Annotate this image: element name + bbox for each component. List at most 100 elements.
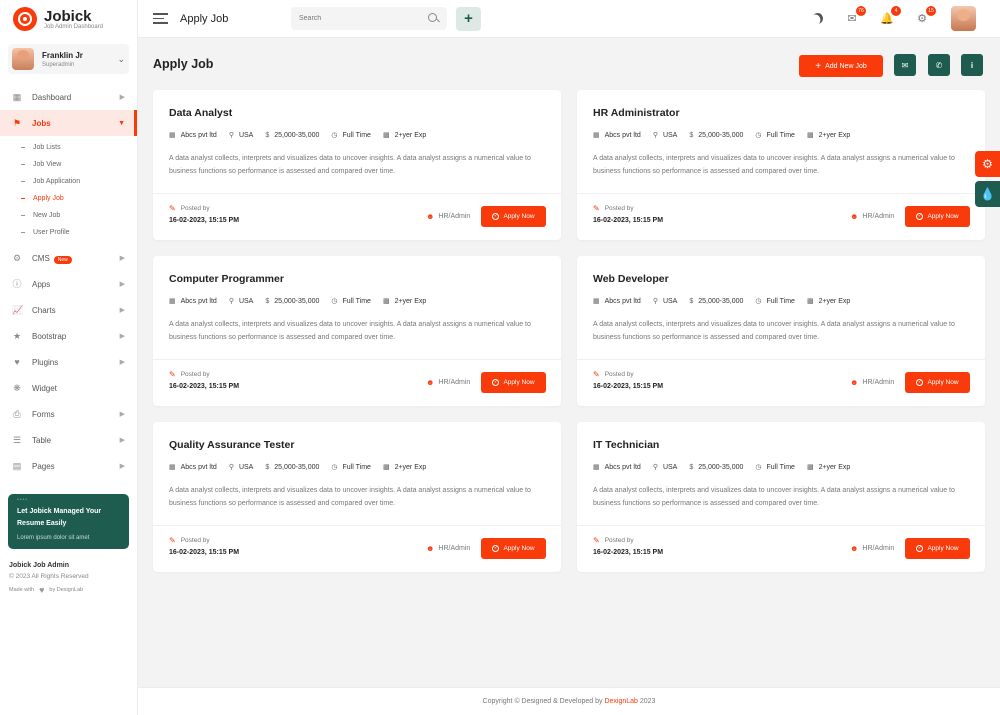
apply-now-button[interactable]: ✓ Apply Now bbox=[481, 372, 546, 393]
posted-info: ✎ Posted by 16-02-2023, 15:15 PM bbox=[593, 204, 663, 224]
add-new-job-button[interactable]: + Add New Job bbox=[799, 55, 883, 77]
sidebar-item-plugins[interactable]: ♥ Plugins ▶ bbox=[0, 349, 137, 375]
messages-button[interactable]: ✉ 76 bbox=[845, 5, 866, 26]
job-salary: 25,000-35,000 bbox=[698, 297, 744, 305]
search-input[interactable] bbox=[299, 15, 428, 22]
sub-item-job-lists[interactable]: Job Lists bbox=[0, 139, 137, 156]
sidebar-item-label: Plugins bbox=[32, 357, 59, 367]
sidebar-item-forms[interactable]: ⎙ Forms ▶ bbox=[0, 401, 137, 427]
header-title: Apply Job bbox=[180, 12, 229, 25]
dots-pattern-icon: •••• bbox=[17, 497, 29, 503]
clock-icon: ◷ bbox=[331, 132, 338, 139]
location-pin-icon: ⚲ bbox=[652, 298, 658, 305]
droplet-icon: 💧 bbox=[980, 187, 995, 201]
sub-item-job-application[interactable]: Job Application bbox=[0, 173, 137, 190]
theme-settings-button[interactable]: ⚙ bbox=[975, 151, 1000, 177]
dollar-icon: $ bbox=[265, 131, 270, 139]
poster-name: HR/Admin bbox=[438, 545, 471, 552]
job-location: USA bbox=[662, 131, 678, 139]
job-title[interactable]: HR Administrator bbox=[593, 107, 680, 119]
footer-brand-link[interactable]: DexignLab bbox=[604, 698, 637, 705]
notifications-button[interactable]: 🔔 4 bbox=[880, 5, 901, 26]
gear-icon: ⚙ bbox=[982, 157, 993, 171]
grid-icon: ▦ bbox=[12, 92, 22, 102]
sidebar-item-jobs[interactable]: ⚑ Jobs ▼ bbox=[0, 110, 137, 136]
poster: ☻ HR/Admin bbox=[850, 212, 894, 221]
job-company: Abcs pvt ltd bbox=[180, 297, 217, 305]
flag-icon: ⚑ bbox=[12, 118, 22, 128]
job-title[interactable]: Web Developer bbox=[593, 273, 669, 285]
sidebar-item-widget[interactable]: ❋ Widget bbox=[0, 375, 137, 401]
briefcase-icon: ▩ bbox=[382, 464, 390, 471]
color-theme-button[interactable]: 💧 bbox=[975, 181, 1000, 207]
add-button[interactable]: + bbox=[456, 6, 481, 31]
job-card: Web Developer ▦ Abcs pvt ltd ⚲ USA $25,000-35… bbox=[577, 256, 985, 406]
made-by-label: by DexignLab bbox=[49, 587, 84, 593]
job-salary: 25,000-35,000 bbox=[698, 463, 744, 471]
sidebar-item-charts[interactable]: 📈 Charts ▶ bbox=[0, 297, 137, 323]
sidebar-item-dashboard[interactable]: ▦ Dashboard ▶ bbox=[0, 84, 137, 110]
footer: Copyright © Designed & Developed by Dexi… bbox=[138, 687, 1000, 715]
footer-text: Copyright © Designed & Developed by bbox=[482, 698, 603, 705]
job-title[interactable]: Computer Programmer bbox=[169, 273, 284, 285]
search-box[interactable] bbox=[291, 7, 447, 30]
job-experience: 2+yer Exp bbox=[394, 131, 427, 139]
table-icon: ☰ bbox=[12, 435, 22, 445]
sub-item-user-profile[interactable]: User Profile bbox=[0, 224, 137, 241]
apply-now-button[interactable]: ✓ Apply Now bbox=[481, 206, 546, 227]
sidebar-item-bootstrap[interactable]: ★ Bootstrap ▶ bbox=[0, 323, 137, 349]
briefcase-icon: ▩ bbox=[806, 298, 814, 305]
sub-item-job-view[interactable]: Job View bbox=[0, 156, 137, 173]
job-title[interactable]: IT Technician bbox=[593, 439, 659, 451]
email-button[interactable]: ✉ bbox=[894, 54, 916, 76]
clock-icon: ◷ bbox=[331, 464, 338, 471]
check-circle-icon: ✓ bbox=[916, 545, 924, 552]
sidebar-item-cms[interactable]: ⚙ CMS New ▶ bbox=[0, 245, 137, 271]
job-title[interactable]: Quality Assurance Tester bbox=[169, 439, 294, 451]
info-button[interactable]: i bbox=[961, 54, 983, 76]
sidebar-item-label: Forms bbox=[32, 409, 55, 419]
phone-button[interactable]: ✆ bbox=[928, 54, 950, 76]
apply-now-button[interactable]: ✓ Apply Now bbox=[905, 206, 970, 227]
user-icon: ☻ bbox=[426, 212, 435, 221]
gear-icon: ⚙ bbox=[12, 253, 22, 263]
widget-icon: ❋ bbox=[13, 383, 21, 393]
job-company: Abcs pvt ltd bbox=[604, 297, 641, 305]
sub-item-new-job[interactable]: New Job bbox=[0, 207, 137, 224]
edit-icon: ✎ bbox=[593, 204, 600, 213]
location-pin-icon: ⚲ bbox=[228, 132, 234, 139]
poster-name: HR/Admin bbox=[438, 213, 471, 220]
notifications-badge: 4 bbox=[891, 5, 901, 16]
apply-now-button[interactable]: ✓ Apply Now bbox=[905, 372, 970, 393]
posted-info: ✎ Posted by 16-02-2023, 15:15 PM bbox=[593, 536, 663, 556]
brand[interactable]: Jobick Job Admin Dashboard bbox=[0, 0, 137, 38]
sub-item-apply-job[interactable]: Apply Job bbox=[0, 190, 137, 207]
job-salary: 25,000-35,000 bbox=[274, 131, 320, 139]
made-with-label: Made with bbox=[9, 587, 35, 593]
apply-now-button[interactable]: ✓ Apply Now bbox=[481, 538, 546, 559]
profile-dropdown[interactable]: Franklin Jr Superadmin ⌄ bbox=[8, 44, 129, 74]
user-avatar[interactable] bbox=[951, 6, 976, 31]
search-icon[interactable] bbox=[428, 13, 439, 24]
posted-date: 16-02-2023, 15:15 PM bbox=[169, 217, 240, 224]
job-experience: 2+yer Exp bbox=[394, 297, 427, 305]
job-location: USA bbox=[662, 463, 678, 471]
sidebar-item-apps[interactable]: ⓘ Apps ▶ bbox=[0, 271, 137, 297]
posted-info: ✎ Posted by 16-02-2023, 15:15 PM bbox=[169, 370, 239, 390]
job-type: Full Time bbox=[766, 463, 795, 471]
sidebar-item-pages[interactable]: ▤ Pages ▶ bbox=[0, 453, 137, 479]
apply-now-button[interactable]: ✓ Apply Now bbox=[905, 538, 970, 559]
promo-card[interactable]: •••• Let Jobick Managed Your Resume Easi… bbox=[8, 494, 129, 549]
page-title: Apply Job bbox=[153, 57, 214, 71]
settings-button[interactable]: ⚙ 15 bbox=[915, 5, 936, 26]
sidebar-item-table[interactable]: ☰ Table ▶ bbox=[0, 427, 137, 453]
hamburger-menu-icon[interactable] bbox=[153, 10, 168, 27]
posted-date: 16-02-2023, 15:15 PM bbox=[593, 549, 664, 556]
plus-icon: + bbox=[815, 60, 822, 72]
brand-name: Jobick bbox=[44, 7, 92, 25]
posted-info: ✎ Posted by 16-02-2023, 15:15 PM bbox=[169, 204, 239, 224]
footer-year: 2023 bbox=[639, 698, 656, 705]
dark-mode-toggle[interactable] bbox=[810, 12, 824, 26]
edit-icon: ✎ bbox=[169, 536, 176, 545]
job-title[interactable]: Data Analyst bbox=[169, 107, 232, 119]
